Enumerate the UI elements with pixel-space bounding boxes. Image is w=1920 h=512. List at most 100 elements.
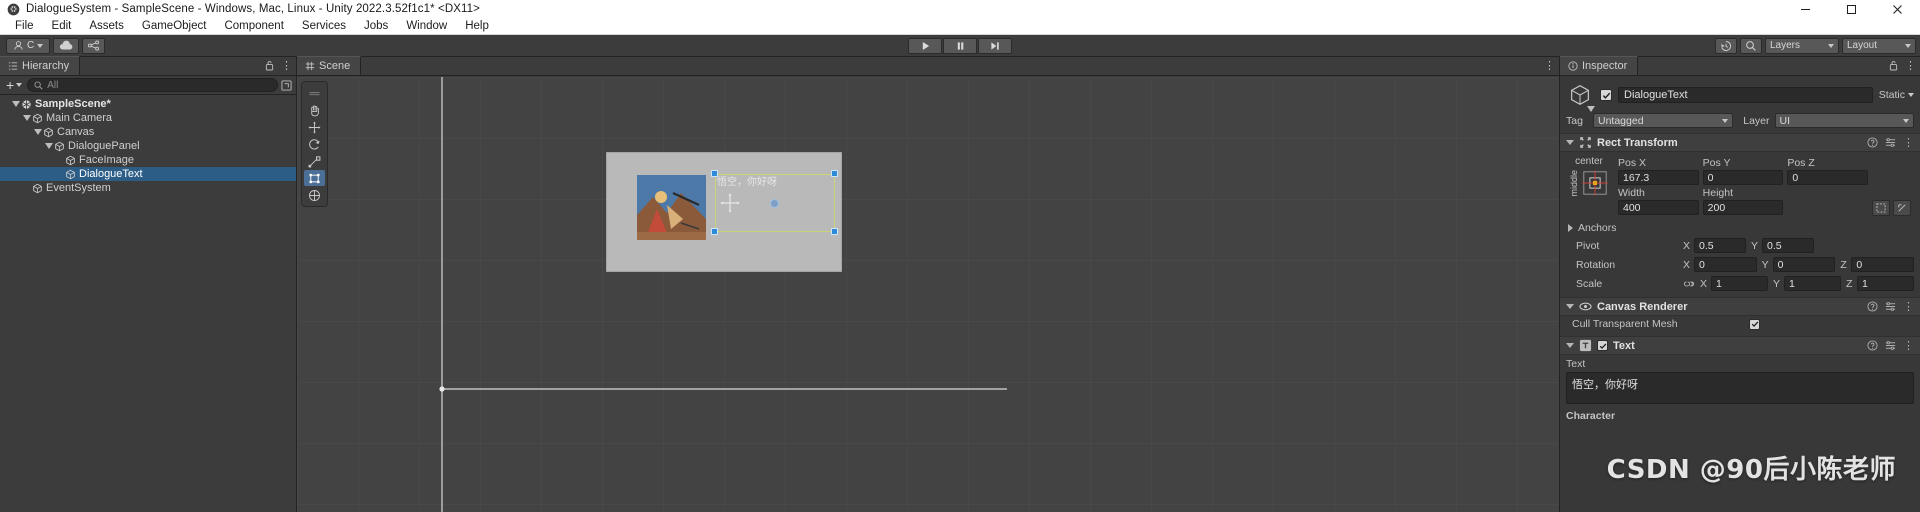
chevron-down-icon[interactable] [21,115,32,121]
maximize-button[interactable] [1828,0,1874,18]
menu-item-help[interactable]: Help [456,19,498,33]
component-menu-icon[interactable]: ⋮ [1903,136,1914,149]
hierarchy-item-main-camera[interactable]: Main Camera [0,111,296,125]
scale-z-input[interactable]: 1 [1857,276,1914,291]
chevron-down-icon[interactable] [10,101,21,107]
layout-dropdown[interactable]: Layout [1842,37,1916,54]
hierarchy-menu-icon[interactable]: ⋮ [281,59,292,72]
hierarchy-item-eventsystem[interactable]: EventSystem [0,181,296,195]
anchor-preset-widget[interactable]: center middle [1566,156,1612,218]
height-input[interactable]: 200 [1702,200,1784,215]
resize-handle-tl[interactable] [711,170,718,177]
hierarchy-search-options-icon[interactable] [281,79,292,91]
help-icon[interactable] [1867,340,1878,351]
play-button[interactable] [908,37,942,54]
preset-icon[interactable] [1885,340,1896,351]
scale-x-input[interactable]: 1 [1711,276,1768,291]
cull-transparent-mesh-checkbox[interactable] [1749,318,1760,330]
step-button[interactable] [978,37,1012,54]
preset-icon[interactable] [1885,301,1896,312]
hierarchy-item-faceimage[interactable]: FaceImage [0,153,296,167]
scale-y-input[interactable]: 1 [1784,276,1841,291]
resize-handle-br[interactable] [831,228,838,235]
static-toggle[interactable]: Static [1879,89,1914,101]
component-menu-icon[interactable]: ⋮ [1903,339,1914,352]
hierarchy-item-dialoguetext[interactable]: DialogueText [0,167,296,181]
tab-inspector[interactable]: Inspector [1560,56,1639,75]
gameobject-enabled-checkbox[interactable] [1600,89,1612,101]
help-icon[interactable] [1867,137,1878,148]
move-tool-icon[interactable] [304,119,325,135]
rect-tool-icon[interactable] [304,170,325,186]
resize-handle-tr[interactable] [831,170,838,177]
rotation-z-input[interactable]: 0 [1851,257,1915,272]
component-header-rect-transform[interactable]: Rect Transform ⋮ [1560,133,1920,152]
chevron-down-icon[interactable] [1566,343,1574,348]
undo-history-button[interactable] [1715,37,1737,54]
tag-dropdown[interactable]: Untagged [1593,113,1733,128]
minimize-button[interactable] [1782,0,1828,18]
hand-tool-icon[interactable] [304,102,325,118]
dialogue-text-rect[interactable]: 悟空，你好呀 [715,174,835,232]
pos-y-input[interactable]: 0 [1702,170,1784,185]
blueprint-mode-button[interactable] [1872,200,1891,216]
chevron-right-icon[interactable] [1568,224,1573,232]
collab-button[interactable] [82,37,106,54]
component-header-text[interactable]: Text ⋮ [1560,336,1920,355]
dialogue-panel-preview[interactable]: 悟空，你好呀 [606,152,842,272]
pause-button[interactable] [943,37,977,54]
lock-icon[interactable] [265,60,274,71]
menu-item-assets[interactable]: Assets [80,19,133,33]
component-menu-icon[interactable]: ⋮ [1903,300,1914,313]
hierarchy-item-samplescene[interactable]: SampleScene* [0,97,296,111]
hierarchy-search-input[interactable]: All [27,78,278,92]
close-button[interactable] [1874,0,1920,18]
resize-handle-bl[interactable] [711,228,718,235]
chevron-down-icon[interactable] [43,143,54,149]
cloud-button[interactable] [53,37,80,54]
menu-item-jobs[interactable]: Jobs [355,19,397,33]
move-gizmo[interactable] [720,193,740,213]
width-input[interactable]: 400 [1618,200,1699,215]
chevron-down-icon[interactable] [1587,106,1595,112]
pos-x-input[interactable]: 167.3 [1618,170,1699,185]
hierarchy-item-canvas[interactable]: Canvas [0,125,296,139]
constrain-proportions-icon[interactable] [1683,279,1695,289]
menu-item-services[interactable]: Services [293,19,355,33]
scene-menu-icon[interactable]: ⋮ [1544,59,1555,72]
menu-item-edit[interactable]: Edit [43,19,81,33]
scene-viewport[interactable]: 悟空，你好呀 [297,77,1559,512]
tab-hierarchy[interactable]: Hierarchy [0,56,81,75]
menu-item-file[interactable]: File [6,19,43,33]
search-button[interactable] [1740,37,1762,54]
rotation-y-input[interactable]: 0 [1772,257,1836,272]
pivot-x-input[interactable]: 0.5 [1694,238,1746,253]
anchors-foldout[interactable]: Anchors [1560,220,1920,236]
menu-item-component[interactable]: Component [215,19,292,33]
hierarchy-tree[interactable]: SampleScene* Main Camera Canvas DialoguePan… [0,95,296,512]
add-gameobject-button[interactable]: + [4,78,24,92]
text-component-enabled-checkbox[interactable] [1597,340,1608,351]
rotate-tool-icon[interactable] [304,136,325,152]
chevron-down-icon[interactable] [1566,304,1574,309]
chevron-down-icon[interactable] [1566,140,1574,145]
inspector-menu-icon[interactable]: ⋮ [1905,59,1916,72]
lock-icon[interactable] [1889,60,1898,71]
layer-dropdown[interactable]: UI [1774,113,1914,128]
preset-icon[interactable] [1885,137,1896,148]
text-field-input[interactable]: 悟空，你好呀 [1566,372,1914,404]
pos-z-input[interactable]: 0 [1787,170,1869,185]
scale-tool-icon[interactable] [304,153,325,169]
rotation-x-input[interactable]: 0 [1694,257,1757,272]
pivot-handle[interactable] [770,199,779,208]
pivot-y-input[interactable]: 0.5 [1762,238,1814,253]
help-icon[interactable] [1867,301,1878,312]
gameobject-name-input[interactable]: DialogueText [1618,87,1873,103]
menu-item-gameobject[interactable]: GameObject [133,19,216,33]
layers-dropdown[interactable]: Layers [1765,37,1839,54]
account-button[interactable]: C [6,37,51,54]
anchor-preset-diagram[interactable] [1581,169,1609,197]
tab-scene[interactable]: Scene [297,56,362,75]
chevron-down-icon[interactable] [32,129,43,135]
hierarchy-item-dialoguepanel[interactable]: DialoguePanel [0,139,296,153]
